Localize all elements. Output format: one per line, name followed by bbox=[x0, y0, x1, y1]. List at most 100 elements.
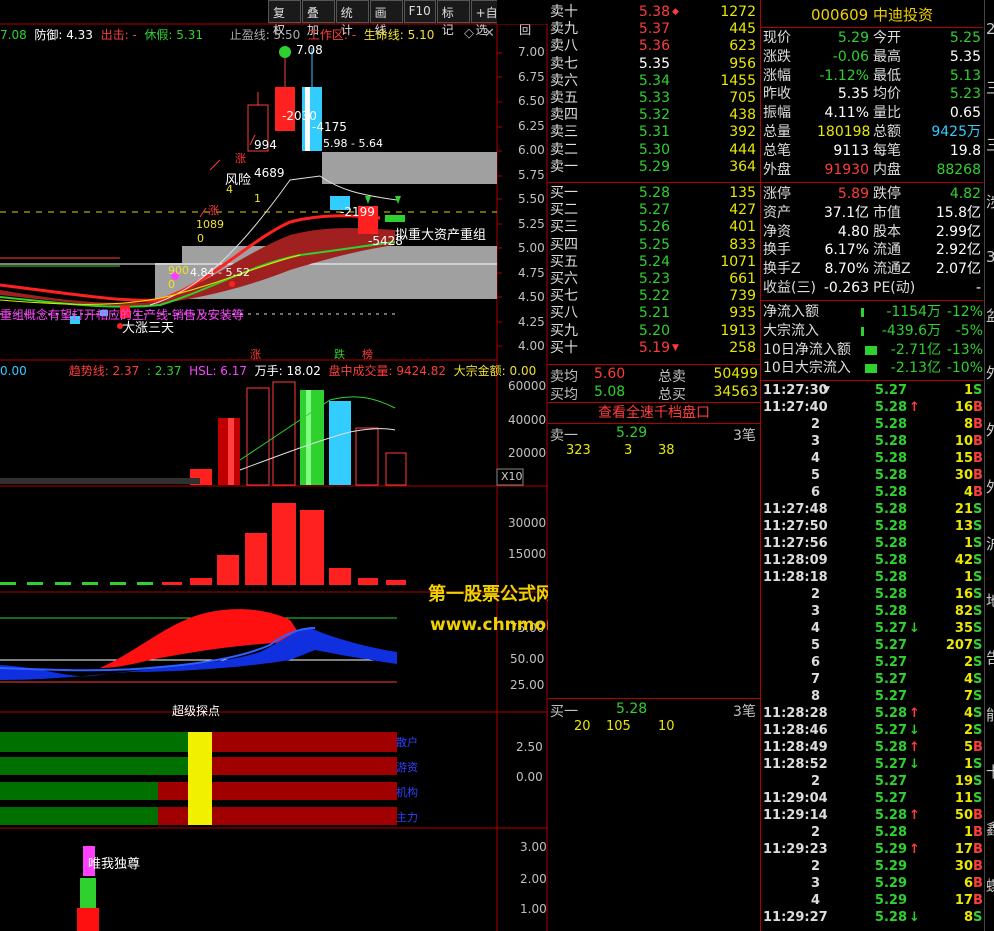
quote-row: 资产 37.1亿 市值 15.8亿 bbox=[761, 204, 983, 223]
quote-row: 涨幅 -1.12% 最低 5.13 bbox=[761, 67, 983, 86]
quote-label: 流通Z bbox=[873, 261, 911, 278]
price-tick: 5.50 bbox=[518, 192, 545, 206]
order-size: 105 bbox=[606, 719, 631, 734]
tick-row[interactable]: 3 5.28 10 B bbox=[761, 433, 983, 450]
order-level[interactable]: 卖二 5.30 444 bbox=[548, 142, 760, 159]
full-depth-button[interactable]: 查看全速千档盘口 bbox=[548, 402, 760, 424]
quote-row: 涨停 5.89 跌停 4.82 bbox=[761, 185, 983, 204]
tick-row[interactable]: 11:27:50 5.28 13 S bbox=[761, 518, 983, 535]
tick-price: 5.27 bbox=[874, 672, 907, 687]
order-level[interactable]: 卖六 5.34 1455 bbox=[548, 73, 760, 90]
quote-value: 5.25 bbox=[949, 30, 981, 46]
quote-row: 昨收 5.35 均价 5.23 bbox=[761, 85, 983, 104]
tick-volume: 50 bbox=[954, 808, 973, 823]
tick-side: S bbox=[973, 621, 983, 636]
order-level[interactable]: 买九 5.20 1913 bbox=[548, 323, 760, 340]
tick-row[interactable]: 11:27:40 5.28 ↑ 16 B bbox=[761, 399, 983, 416]
order-level[interactable]: 买八 5.21 935 bbox=[548, 305, 760, 322]
tick-price: 5.27 bbox=[874, 757, 907, 772]
tick-row[interactable]: 4 5.28 15 B bbox=[761, 450, 983, 467]
order-level[interactable]: 卖一 5.29 364 bbox=[548, 159, 760, 176]
p5-label: 散户 bbox=[396, 736, 418, 749]
tick-row[interactable]: 5 5.28 30 B bbox=[761, 467, 983, 484]
level-volume: 623 bbox=[729, 38, 756, 55]
tick-time: 2 bbox=[811, 825, 821, 840]
level-volume: 401 bbox=[729, 219, 756, 236]
super-signal-label: 超级探点 bbox=[172, 704, 221, 718]
order-level[interactable]: 买三 5.26 401 bbox=[548, 219, 760, 236]
tick-row[interactable]: 5 5.27 207 S bbox=[761, 637, 983, 654]
tick-row[interactable]: 8 5.27 7 S bbox=[761, 688, 983, 705]
order-level[interactable]: 买六 5.23 661 bbox=[548, 271, 760, 288]
order-level[interactable]: 买四 5.25 833 bbox=[548, 237, 760, 254]
tick-row[interactable]: 3 5.28 82 S bbox=[761, 603, 983, 620]
level-price: 5.21 bbox=[638, 305, 670, 322]
tick-row[interactable]: 2 5.28 8 B bbox=[761, 416, 983, 433]
order-level[interactable]: 卖五 5.33 705 bbox=[548, 90, 760, 107]
order-level[interactable]: 卖四 5.32 438 bbox=[548, 107, 760, 124]
buy1-detail: 买一 5.28 3笔 bbox=[548, 701, 760, 720]
quote-value: 2.92亿 bbox=[935, 242, 981, 259]
quote-row: 换手 6.17% 流通 2.92亿 bbox=[761, 241, 983, 260]
level-volume: 445 bbox=[729, 21, 756, 38]
order-level[interactable]: 买一 5.28 135 bbox=[548, 185, 760, 202]
tick-row[interactable]: 11:29:14 5.28 ↑ 50 B bbox=[761, 807, 983, 824]
tick-row[interactable]: 2 5.27 19 S bbox=[761, 773, 983, 790]
tick-time: 5 bbox=[811, 638, 821, 653]
tick-row[interactable]: 11:28:28 5.28 ↑ 4 S bbox=[761, 705, 983, 722]
tick-row[interactable]: 3 5.29 6 B bbox=[761, 875, 983, 892]
tick-row[interactable]: 11:28:49 5.28 ↑ 5 B bbox=[761, 739, 983, 756]
order-level[interactable]: 卖十 5.38 ◆ 1272 bbox=[548, 4, 760, 21]
order-level[interactable]: 买七 5.22 739 bbox=[548, 288, 760, 305]
tick-row[interactable]: 11:29:23 5.29 ↑ 17 B bbox=[761, 841, 983, 858]
level-name: 卖五 bbox=[550, 89, 578, 106]
tick-row[interactable]: 4 5.29 17 B bbox=[761, 892, 983, 909]
tick-price: 5.28 bbox=[874, 740, 907, 755]
tick-row[interactable]: 11:27:48 5.28 21 S bbox=[761, 501, 983, 518]
tick-time: 11:28:49 bbox=[763, 740, 828, 755]
order-level[interactable]: 卖七 5.35 956 bbox=[548, 56, 760, 73]
x10-button[interactable]: X10 bbox=[501, 470, 523, 483]
up-arrow-icon: ↑ bbox=[909, 842, 920, 857]
tick-row[interactable]: 11:28:52 5.27 ↓ 1 S bbox=[761, 756, 983, 773]
tick-time: 11:29:27 bbox=[763, 910, 828, 925]
tick-row[interactable]: 11:29:04 5.27 11 S bbox=[761, 790, 983, 807]
vol-trend: 趋势线: 2.37 bbox=[68, 364, 140, 378]
order-level[interactable]: 卖九 5.37 445 bbox=[548, 21, 760, 38]
tick-row[interactable]: 11:29:27 5.28 ↓ 8 S bbox=[761, 909, 983, 926]
tick-side: B bbox=[973, 893, 983, 908]
tick-row[interactable]: 11:28:46 5.27 ↓ 2 S bbox=[761, 722, 983, 739]
tick-row[interactable]: 11:27:30 ▼ 5.27 1 S bbox=[761, 382, 983, 399]
tick-row[interactable]: 7 5.27 4 S bbox=[761, 671, 983, 688]
tick-list[interactable]: 11:27:30 ▼ 5.27 1 S 11:27:40 5.28 ↑ 16 B 2 5.28 8 B 3 5… bbox=[761, 382, 983, 926]
quote-label: 量比 bbox=[873, 105, 901, 122]
sell1-count: 3笔 bbox=[733, 428, 756, 444]
quote-panel: 000609 中迪投资 现价 5.29 今开 5.25 涨跌 -0.06 最高 5.35 涨幅 -… bbox=[761, 0, 983, 931]
order-level[interactable]: 卖三 5.31 392 bbox=[548, 124, 760, 141]
tick-row[interactable]: 6 5.27 2 S bbox=[761, 654, 983, 671]
level-price: 5.35 bbox=[638, 55, 670, 72]
chart-area[interactable]: 复权 叠加 统计 画线 F10 标记 +自选 返回 7.08 防御: 4.33 … bbox=[0, 0, 548, 931]
tick-row[interactable]: 6 5.28 4 B bbox=[761, 484, 983, 501]
tick-row[interactable]: 4 5.27 ↓ 35 S bbox=[761, 620, 983, 637]
price-tick: 6.75 bbox=[518, 69, 545, 84]
order-level[interactable]: 买十 5.19 ▼ 258 bbox=[548, 340, 760, 357]
order-level[interactable]: 买五 5.24 1071 bbox=[548, 254, 760, 271]
tick-row[interactable]: 11:28:18 5.28 1 S bbox=[761, 569, 983, 586]
tick-row[interactable]: 2 5.29 30 B bbox=[761, 858, 983, 875]
tick-row[interactable]: 11:28:09 5.28 42 S bbox=[761, 552, 983, 569]
price-tick: 4.25 bbox=[518, 314, 545, 329]
order-level[interactable]: 卖八 5.36 623 bbox=[548, 38, 760, 55]
vol-tick: 20000 bbox=[508, 446, 547, 460]
signal-num: 0 bbox=[197, 232, 204, 245]
quote-value: - bbox=[975, 279, 981, 296]
order-level[interactable]: 买二 5.27 427 bbox=[548, 202, 760, 219]
buy-levels: 买一 5.28 135 买二 5.27 427 买三 5.26 401 买四 5.25 833 买五 5.… bbox=[548, 185, 760, 357]
tick-row[interactable]: 2 5.28 1 B bbox=[761, 824, 983, 841]
tick-row[interactable]: 2 5.28 16 S bbox=[761, 586, 983, 603]
quote-label: 内盘 bbox=[873, 161, 901, 178]
quote-value: 6.17% bbox=[824, 242, 869, 259]
tick-row[interactable]: 11:27:56 5.28 1 S bbox=[761, 535, 983, 552]
price-tick: 4.50 bbox=[518, 290, 545, 304]
sell1-price: 5.29 bbox=[616, 425, 648, 441]
